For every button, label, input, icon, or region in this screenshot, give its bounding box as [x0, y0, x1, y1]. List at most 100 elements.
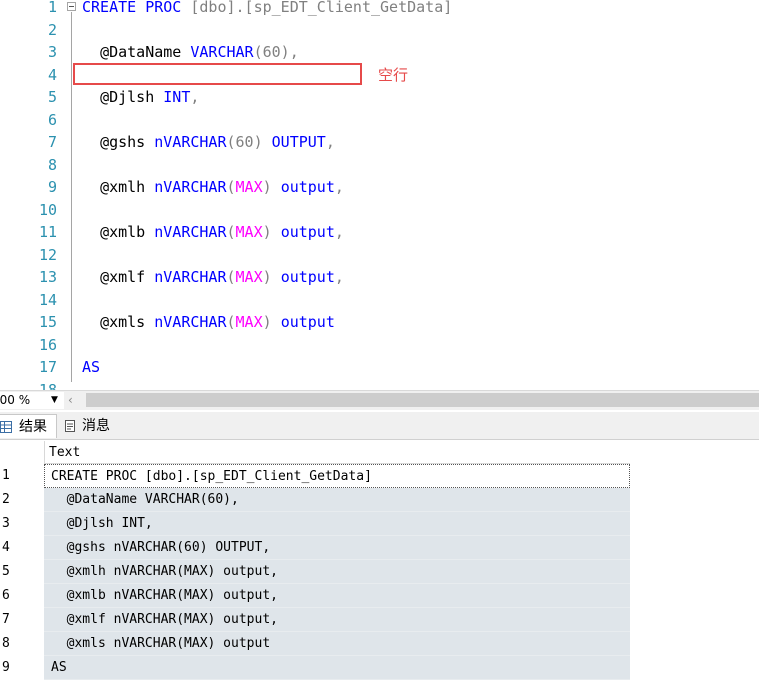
- code-line-7: @gshs nVARCHAR(60) OUTPUT,: [82, 131, 335, 154]
- max-function: MAX: [235, 313, 263, 331]
- tab-results[interactable]: 结果: [0, 414, 57, 438]
- tab-messages[interactable]: 消息: [60, 414, 118, 438]
- grid-icon: [0, 421, 12, 433]
- results-tab-bar: 结果 消息: [0, 412, 759, 440]
- line-number: 13: [38, 268, 57, 286]
- comma: ,: [334, 268, 344, 286]
- line-number: 12: [38, 245, 57, 264]
- table-cell[interactable]: @xmlf nVARCHAR(MAX) output,: [44, 608, 630, 632]
- chevron-down-icon[interactable]: ▼: [51, 392, 58, 409]
- line-number-gutter: 1 2 3 4 5 6 7 8 9 10 11 12 13 14 15 16 1…: [0, 0, 62, 390]
- code-line-9: @xmlh nVARCHAR(MAX) output,: [82, 176, 344, 199]
- message-icon: [65, 420, 75, 432]
- param-name: @xmlf: [100, 268, 146, 286]
- line-number: 16: [38, 335, 57, 354]
- scroll-left-icon[interactable]: ‹: [68, 393, 73, 407]
- row-number[interactable]: 3: [0, 512, 44, 536]
- param-type: INT: [163, 88, 191, 106]
- column-header-text[interactable]: Text: [44, 441, 630, 464]
- line-number: 14: [38, 290, 57, 309]
- table-cell[interactable]: @gshs nVARCHAR(60) OUTPUT,: [44, 536, 630, 560]
- table-cell[interactable]: @xmlb nVARCHAR(MAX) output,: [44, 584, 630, 608]
- param-type: nVARCHAR: [154, 178, 227, 196]
- param-arg: (60): [226, 133, 263, 151]
- comma: ,: [334, 223, 344, 241]
- paren: (: [226, 313, 236, 331]
- horizontal-scrollbar[interactable]: [86, 393, 759, 407]
- paren: (: [226, 178, 236, 196]
- param-type: nVARCHAR: [154, 223, 227, 241]
- code-line-13: @xmlf nVARCHAR(MAX) output,: [82, 266, 344, 289]
- code-line-1: CREATE PROC [dbo].[sp_EDT_Client_GetData…: [82, 0, 452, 19]
- line-number: 15: [38, 313, 57, 331]
- param-name: @Djlsh: [100, 88, 155, 106]
- param-type: nVARCHAR: [154, 268, 227, 286]
- empty-line-highlight-box: [73, 63, 362, 85]
- code-line-17: AS: [82, 356, 100, 379]
- comma: ,: [334, 178, 344, 196]
- param-type: nVARCHAR: [154, 313, 227, 331]
- output-keyword: OUTPUT: [271, 133, 326, 151]
- param-name: @xmlh: [100, 178, 146, 196]
- paren: ): [262, 223, 272, 241]
- output-keyword: output: [280, 178, 335, 196]
- output-keyword: output: [280, 223, 335, 241]
- param-name: @DataName: [100, 43, 182, 61]
- line-number: 17: [38, 358, 57, 376]
- line-number: 4: [47, 65, 57, 84]
- table-cell[interactable]: @xmlh nVARCHAR(MAX) output,: [44, 560, 630, 584]
- editor-status-strip: 100 % ▼ ‹: [0, 390, 759, 410]
- keyword-proc: PROC: [145, 0, 182, 16]
- results-grid[interactable]: Text 1 CREATE PROC [dbo].[sp_EDT_Client_…: [0, 441, 759, 680]
- max-function: MAX: [235, 268, 263, 286]
- code-line-11: @xmlb nVARCHAR(MAX) output,: [82, 221, 344, 244]
- zoom-dropdown[interactable]: 100 % ▼: [0, 392, 64, 409]
- paren: ): [262, 268, 272, 286]
- row-number[interactable]: 4: [0, 536, 44, 560]
- output-keyword: output: [280, 313, 335, 331]
- line-number: 2: [47, 20, 57, 39]
- collapse-icon[interactable]: [67, 2, 76, 11]
- row-number[interactable]: 2: [0, 488, 44, 512]
- row-number[interactable]: 6: [0, 584, 44, 608]
- code-fold-margin: [67, 0, 77, 390]
- row-number[interactable]: 1: [0, 464, 44, 488]
- tab-results-label: 结果: [19, 419, 47, 435]
- line-number: 3: [47, 43, 57, 61]
- max-function: MAX: [235, 178, 263, 196]
- comma: ,: [325, 133, 335, 151]
- param-name: @gshs: [100, 133, 146, 151]
- code-line-5: @Djlsh INT,: [82, 86, 199, 109]
- line-number: 9: [47, 178, 57, 196]
- row-number[interactable]: 8: [0, 632, 44, 656]
- table-cell[interactable]: @DataName VARCHAR(60),: [44, 488, 630, 512]
- line-number: 8: [47, 155, 57, 174]
- keyword-create: CREATE: [82, 0, 137, 16]
- max-function: MAX: [235, 223, 263, 241]
- line-number: 1: [47, 0, 57, 16]
- line-number: 5: [47, 88, 57, 106]
- zoom-value: 100 %: [0, 393, 31, 407]
- row-number[interactable]: 5: [0, 560, 44, 584]
- comma: ,: [190, 88, 200, 106]
- table-cell[interactable]: AS: [44, 656, 630, 680]
- line-number: 10: [38, 200, 57, 219]
- param-name: @xmlb: [100, 223, 146, 241]
- keyword-as: AS: [82, 358, 101, 376]
- row-number[interactable]: 7: [0, 608, 44, 632]
- code-line-15: @xmls nVARCHAR(MAX) output: [82, 311, 335, 334]
- table-cell[interactable]: @Djlsh INT,: [44, 512, 630, 536]
- table-cell-selected[interactable]: CREATE PROC [dbo].[sp_EDT_Client_GetData…: [44, 464, 630, 488]
- line-number: 7: [47, 133, 57, 151]
- empty-line-annotation: 空行: [378, 66, 409, 84]
- param-name: @xmls: [100, 313, 146, 331]
- paren: ): [262, 178, 272, 196]
- sql-editor[interactable]: 1 2 3 4 5 6 7 8 9 10 11 12 13 14 15 16 1…: [0, 0, 759, 390]
- row-number[interactable]: 9: [0, 656, 44, 680]
- param-type: nVARCHAR: [154, 133, 227, 151]
- tab-messages-label: 消息: [82, 418, 110, 434]
- output-keyword: output: [280, 268, 335, 286]
- table-cell[interactable]: @xmls nVARCHAR(MAX) output: [44, 632, 630, 656]
- paren: (: [226, 223, 236, 241]
- line-number: 18: [38, 380, 57, 391]
